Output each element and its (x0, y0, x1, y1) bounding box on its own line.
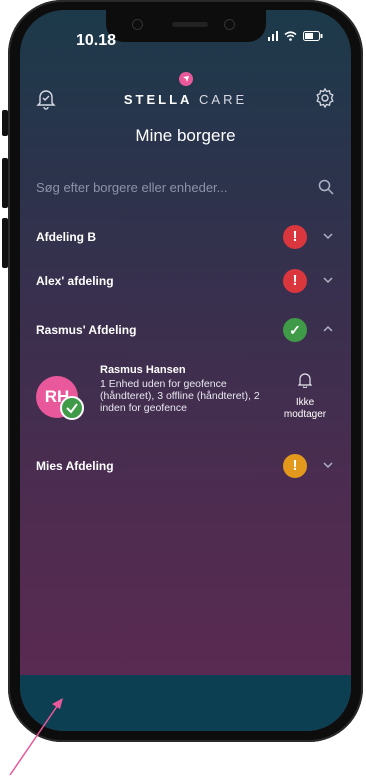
pointer-arrow (9, 698, 63, 776)
